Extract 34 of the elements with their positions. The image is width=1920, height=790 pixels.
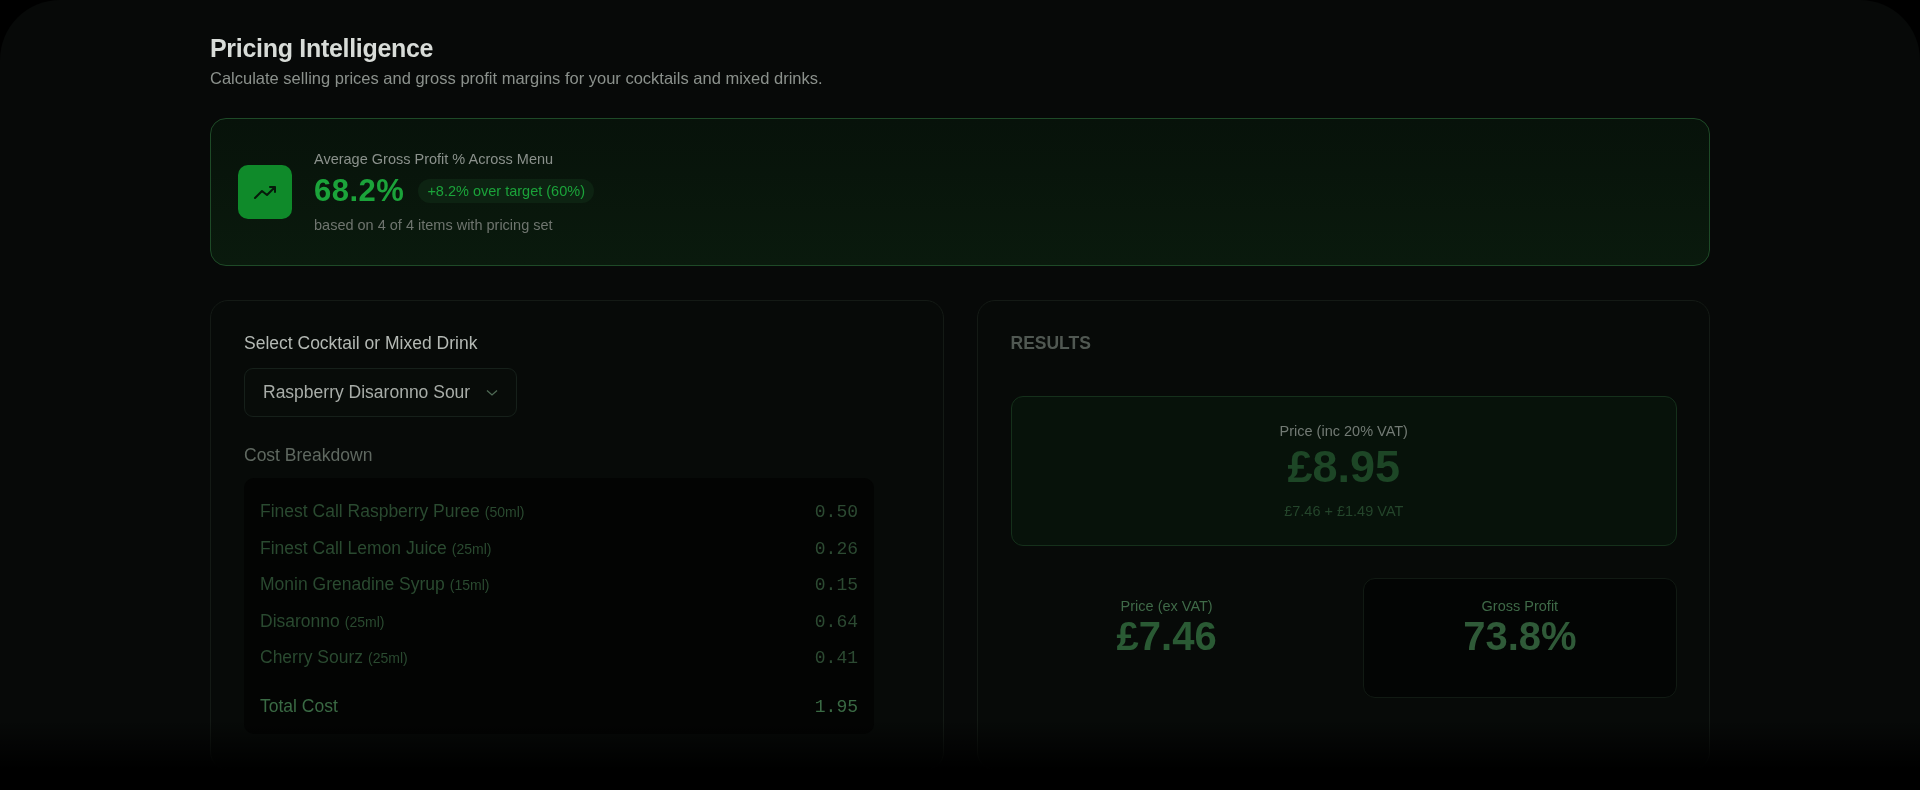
ingredient-amount: (50ml): [484, 504, 525, 520]
ingredient-cost: 0.15: [814, 574, 858, 597]
ingredient-cost: 0.50: [814, 501, 858, 524]
chevron-down-icon: [486, 388, 499, 397]
ingredient-name: Finest Call Lemon Juice: [260, 537, 447, 558]
total-value: 1.95: [814, 695, 858, 719]
ingredient-name: Disaronno: [260, 610, 340, 631]
page-subtitle: Calculate selling prices and gross profit margins for your cocktails and mixed drinks.: [210, 69, 824, 88]
ingredient-name: Monin Grenadine Syrup: [260, 574, 445, 594]
total-label: Total Cost: [260, 694, 338, 718]
metric-value: £7.46: [1116, 613, 1217, 659]
metric-value: 73.8%: [1463, 613, 1577, 659]
metric-label: Price (ex VAT): [1120, 597, 1213, 614]
summary-label: Average Gross Profit % Across Menu: [314, 151, 555, 167]
cocktail-dropdown[interactable]: Raspberry Disaronno Sour: [244, 368, 518, 417]
section-title: Cost Breakdown: [244, 445, 374, 466]
ingredient-cost: 0.64: [814, 610, 858, 634]
ingredient-cost: 0.26: [814, 537, 858, 561]
gross-profit-value: 68.2%: [314, 173, 405, 209]
trending-up-icon: [238, 165, 292, 219]
ingredient-amount: (25ml): [368, 650, 408, 666]
ingredient-amount: (15ml): [449, 577, 490, 593]
select-label: Select Cocktail or Mixed Drink: [244, 333, 479, 354]
target-badge: +8.2% over target (60%): [418, 179, 594, 203]
ingredient-amount: (25ml): [344, 613, 385, 630]
metric-label: Gross Profit: [1481, 597, 1559, 614]
summary-note: based on 4 of 4 items with pricing set: [314, 217, 554, 233]
ingredient-name: Finest Call Raspberry Puree: [260, 501, 480, 521]
ingredient-amount: (25ml): [451, 540, 492, 557]
price-label: Price (inc 20% VAT): [1279, 423, 1408, 439]
page-title: Pricing Intelligence: [210, 34, 435, 63]
ingredient-cost: 0.41: [814, 647, 858, 670]
ingredient-name: Cherry Sourz: [260, 647, 364, 667]
results-title: RESULTS: [1010, 333, 1092, 354]
